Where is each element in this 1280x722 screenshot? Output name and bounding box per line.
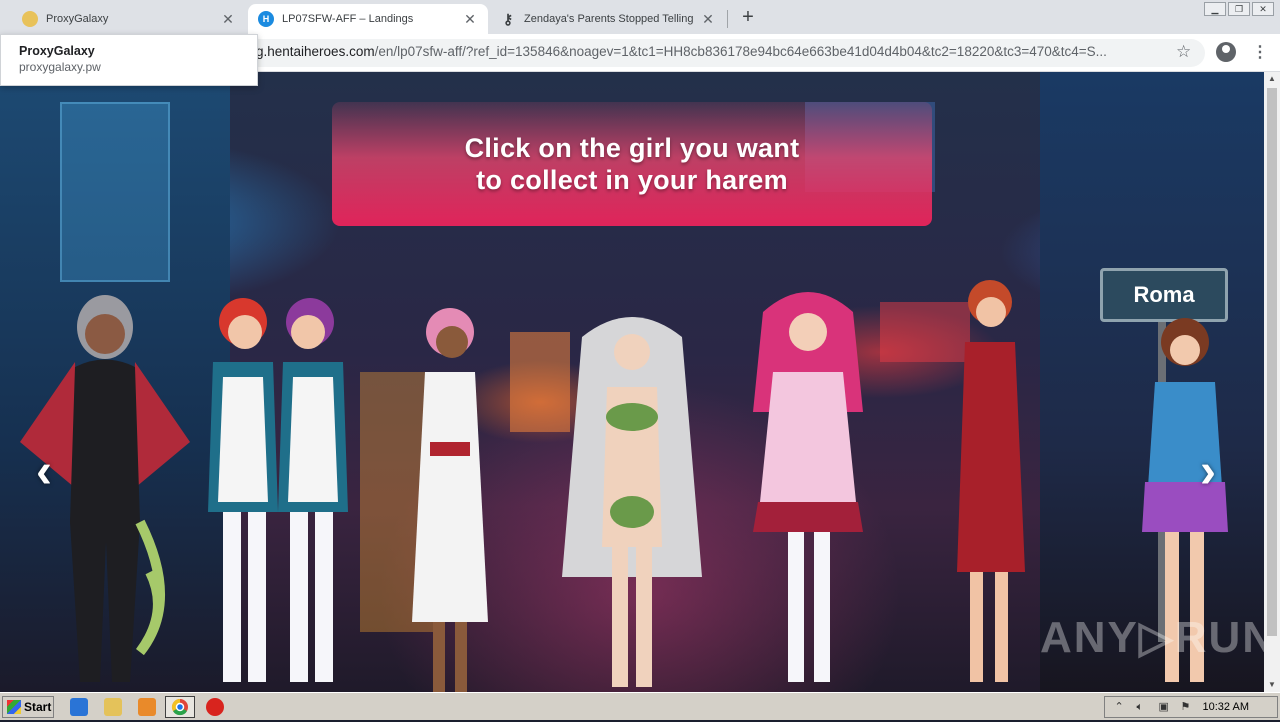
hh-icon: H bbox=[258, 11, 274, 27]
windows-taskbar: Start ⌃ 🔈︎ ▣ ⚑ 10:32 AM bbox=[0, 692, 1280, 720]
stop-icon[interactable] bbox=[206, 698, 224, 716]
tab-landings[interactable]: H LP07SFW-AFF – Landings ✕ bbox=[248, 4, 488, 34]
character-redhead[interactable] bbox=[945, 272, 1035, 692]
network-icon[interactable]: ▣ bbox=[1159, 701, 1173, 713]
next-arrow-icon[interactable]: › bbox=[1200, 444, 1216, 499]
ie-icon[interactable] bbox=[70, 698, 88, 716]
character-maid-twins[interactable] bbox=[198, 282, 358, 692]
system-tray: ⌃ 🔈︎ ▣ ⚑ 10:32 AM bbox=[1104, 696, 1278, 718]
profile-avatar-icon[interactable] bbox=[1216, 42, 1236, 62]
anyrun-watermark: ANY▷RUN bbox=[1040, 613, 1264, 662]
bookmark-star-icon[interactable]: ☆ bbox=[1176, 42, 1191, 62]
close-icon[interactable]: ✕ bbox=[462, 11, 478, 28]
windows-logo-icon bbox=[7, 700, 21, 714]
tab-separator bbox=[727, 10, 728, 28]
start-label: Start bbox=[24, 700, 52, 714]
minimize-button[interactable]: ▁ bbox=[1204, 2, 1226, 16]
kebab-menu-icon[interactable]: ⋮ bbox=[1252, 42, 1268, 62]
tab-strip: ProxyGalaxy ✕ H LP07SFW-AFF – Landings ✕… bbox=[0, 0, 1280, 34]
banner-line-1: Click on the girl you want bbox=[464, 133, 800, 163]
character-elf[interactable] bbox=[552, 297, 712, 692]
url-path: /en/lp07sfw-aff/?ref_id=135846&noagev=1&… bbox=[374, 44, 1107, 59]
banner-line-2: to collect in your harem bbox=[476, 165, 788, 195]
instruction-banner: Click on the girl you want to collect in… bbox=[332, 102, 932, 226]
tab-title: LP07SFW-AFF – Landings bbox=[282, 13, 414, 25]
tooltip-title: ProxyGalaxy bbox=[19, 44, 95, 58]
galaxy-icon bbox=[22, 11, 38, 27]
character-catgirl[interactable] bbox=[400, 292, 500, 692]
url-text[interactable]: g.hentaiheroes.com/en/lp07sfw-aff/?ref_i… bbox=[256, 44, 1161, 59]
scroll-down-icon[interactable]: ▼ bbox=[1264, 678, 1280, 692]
close-icon[interactable]: ✕ bbox=[220, 11, 236, 28]
folder-icon[interactable] bbox=[104, 698, 122, 716]
tab-title: Zendaya's Parents Stopped Telling H bbox=[524, 13, 694, 25]
scrollbar-thumb[interactable] bbox=[1267, 88, 1277, 636]
flag-icon[interactable]: ⚑ bbox=[1181, 701, 1195, 713]
background-window bbox=[60, 102, 170, 282]
clock: 10:32 AM bbox=[1202, 701, 1249, 713]
url-host: g.hentaiheroes.com bbox=[256, 44, 375, 59]
page-scrollbar[interactable]: ▲ ▼ bbox=[1264, 72, 1280, 692]
new-tab-button[interactable]: + bbox=[737, 6, 759, 28]
landing-page: Click on the girl you want to collect in… bbox=[0, 72, 1264, 692]
tab-hover-tooltip: ProxyGalaxy proxygalaxy.pw bbox=[0, 34, 258, 86]
restore-button[interactable]: ❐ bbox=[1228, 2, 1250, 16]
speaker-icon[interactable]: 🔈︎ bbox=[1137, 701, 1151, 713]
close-icon[interactable]: ✕ bbox=[700, 11, 716, 28]
tooltip-url: proxygalaxy.pw bbox=[19, 60, 101, 74]
start-button[interactable]: Start bbox=[2, 696, 54, 718]
chrome-icon bbox=[171, 698, 188, 716]
tab-title: ProxyGalaxy bbox=[46, 13, 109, 25]
scroll-up-icon[interactable]: ▲ bbox=[1264, 72, 1280, 86]
tab-proxygalaxy[interactable]: ProxyGalaxy ✕ bbox=[12, 4, 246, 34]
previous-arrow-icon[interactable]: ‹ bbox=[36, 444, 52, 499]
close-window-button[interactable]: ✕ bbox=[1252, 2, 1274, 16]
key-icon: ⚷ bbox=[502, 10, 514, 27]
chevron-up-icon[interactable]: ⌃ bbox=[1115, 701, 1129, 713]
character-waitress[interactable] bbox=[738, 282, 878, 692]
window-controls: ▁ ❐ ✕ bbox=[1204, 2, 1274, 16]
chrome-taskbar-button[interactable] bbox=[165, 696, 195, 718]
media-player-icon[interactable] bbox=[138, 698, 156, 716]
tab-zendaya[interactable]: ⚷ Zendaya's Parents Stopped Telling H ✕ bbox=[490, 4, 726, 34]
